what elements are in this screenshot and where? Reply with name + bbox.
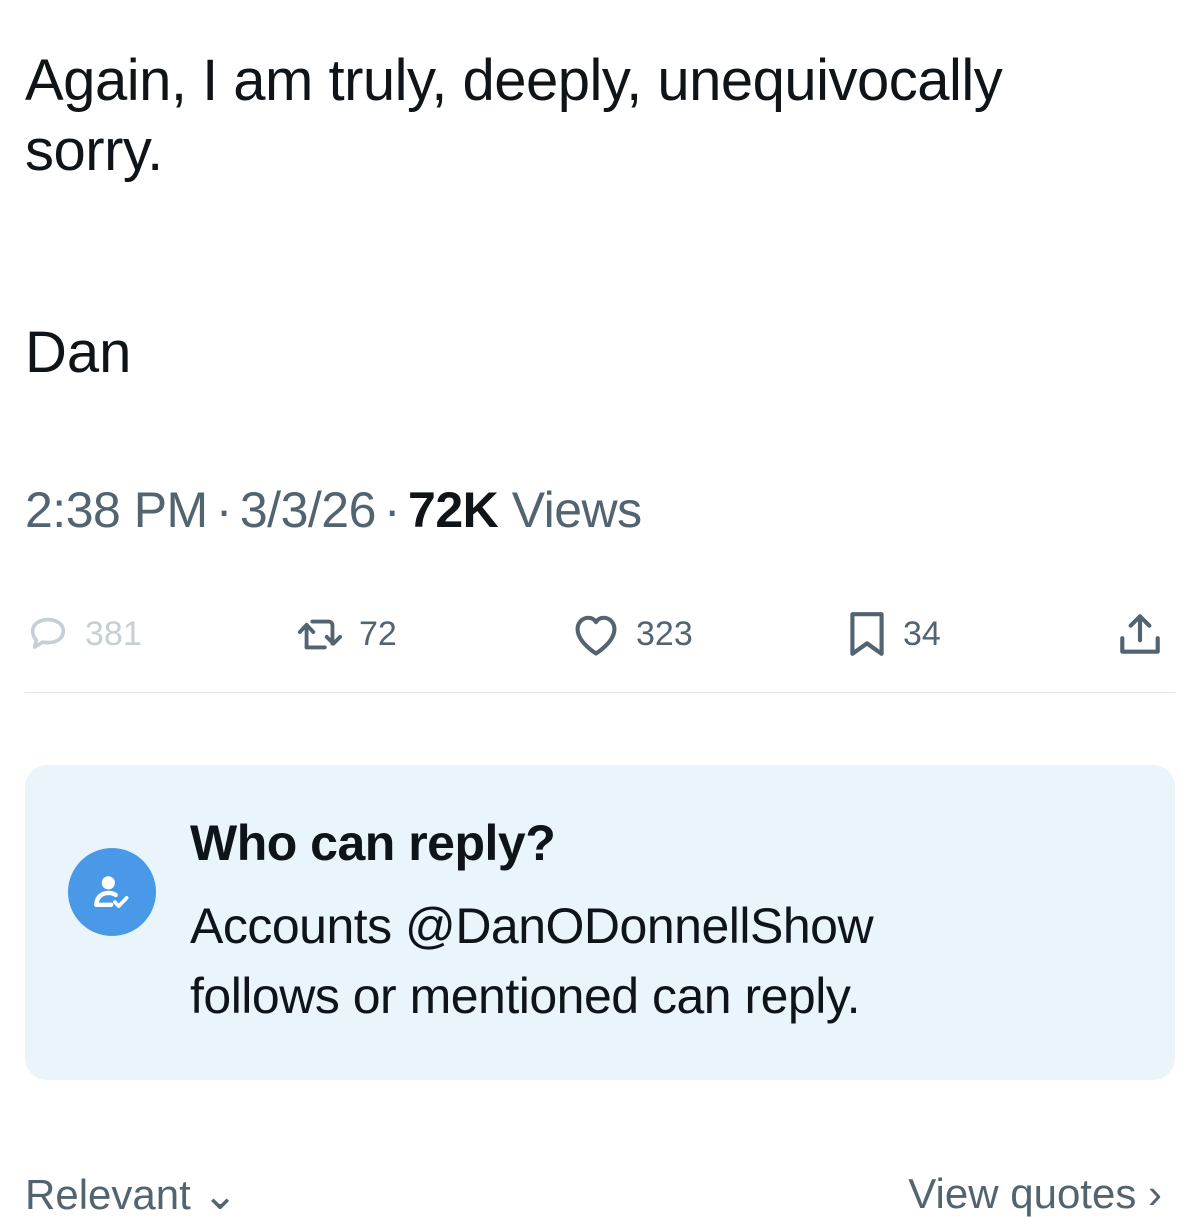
tweet-date[interactable]: 3/3/26	[240, 482, 377, 538]
meta-separator: ·	[215, 482, 233, 538]
tweet-text: Again, I am truly, deeply, unequivocally…	[25, 46, 1175, 185]
chevron-down-icon: ⌄	[202, 1171, 238, 1218]
who-can-reply-box: Who can reply? Accounts @DanODonnellShow…	[25, 765, 1175, 1080]
sort-label: Relevant	[25, 1171, 191, 1218]
like-button[interactable]: 323	[570, 606, 693, 662]
views-count[interactable]: 72K	[408, 482, 499, 538]
view-quotes-label: View quotes	[908, 1170, 1137, 1217]
share-button[interactable]	[1115, 606, 1165, 662]
like-count: 323	[636, 614, 693, 653]
bookmark-count: 34	[903, 614, 941, 653]
who-can-reply-title: Who can reply?	[190, 815, 556, 871]
bookmark-icon	[850, 612, 884, 656]
user-check-icon	[68, 848, 156, 936]
sort-replies-button[interactable]: Relevant ⌄	[25, 1170, 238, 1219]
retweet-icon	[297, 619, 343, 650]
tweet-text-line: sorry.	[25, 117, 163, 183]
tweet-text-line: Again, I am truly, deeply, unequivocally	[25, 48, 1003, 113]
retweet-count: 72	[359, 614, 397, 653]
share-icon	[1120, 614, 1160, 654]
tweet-signature: Dan	[25, 320, 132, 385]
heart-icon	[575, 615, 617, 656]
reply-count: 381	[85, 614, 142, 653]
retweet-button[interactable]: 72	[295, 606, 397, 662]
view-quotes-link[interactable]: View quotes ›	[908, 1170, 1162, 1218]
who-can-reply-description: Accounts @DanODonnellShow follows or men…	[190, 891, 1150, 1031]
reply-button[interactable]: 381	[25, 606, 142, 662]
who-can-reply-line: Accounts @DanODonnellShow	[190, 898, 874, 954]
tweet-actions: 381 72 323 34	[25, 606, 1167, 662]
tweet-time[interactable]: 2:38 PM	[25, 482, 208, 538]
meta-separator: ·	[383, 482, 401, 538]
tweet-meta: 2:38 PM · 3/3/26 · 72K Views	[25, 480, 642, 540]
divider	[25, 692, 1175, 693]
views-label: Views	[511, 482, 642, 538]
who-can-reply-line: follows or mentioned can reply.	[190, 968, 861, 1024]
chevron-right-icon: ›	[1148, 1170, 1162, 1217]
reply-bubble-icon	[30, 617, 66, 649]
bookmark-button[interactable]: 34	[845, 606, 941, 662]
